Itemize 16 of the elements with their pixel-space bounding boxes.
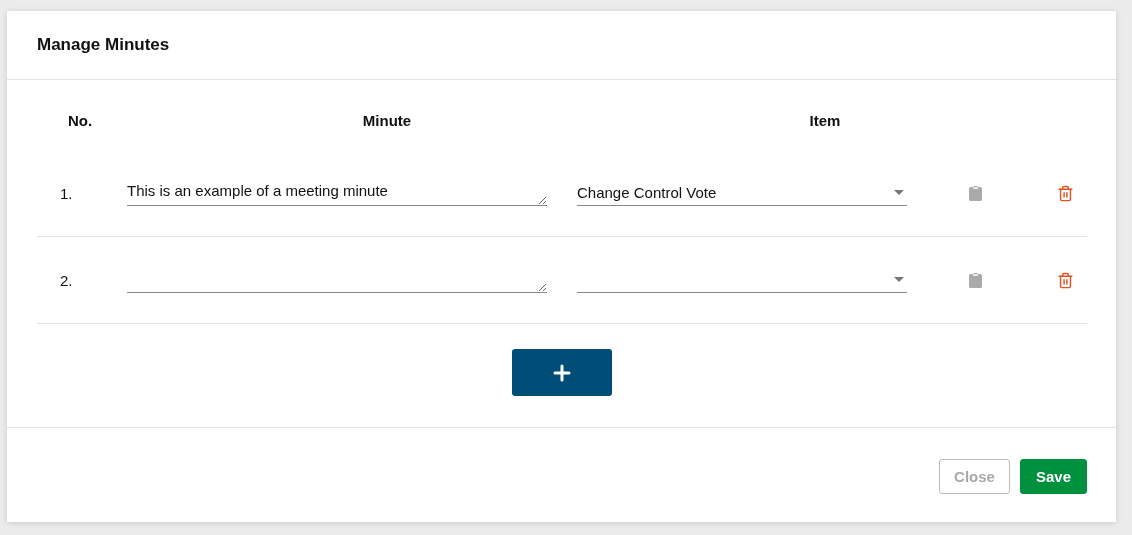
delete-icon[interactable] bbox=[1056, 271, 1074, 289]
dropdown-caret-icon bbox=[894, 190, 904, 195]
clipboard-icon[interactable] bbox=[968, 185, 982, 201]
delete-icon[interactable] bbox=[1056, 184, 1074, 202]
dialog-title: Manage Minutes bbox=[37, 35, 170, 55]
column-header: Minute bbox=[361, 111, 413, 129]
save-button[interactable]: Save bbox=[1019, 459, 1087, 494]
clipboard-icon[interactable] bbox=[968, 272, 982, 288]
add-row-button[interactable] bbox=[512, 349, 612, 396]
dropdown-caret-icon bbox=[894, 277, 904, 282]
column-header: Item bbox=[808, 111, 842, 129]
column-header: No. bbox=[66, 111, 94, 129]
row-number: 1. bbox=[59, 184, 74, 202]
item-dropdown[interactable]: Change Control Vote bbox=[577, 180, 907, 206]
row-number: 2. bbox=[59, 271, 74, 289]
plus-icon bbox=[553, 363, 571, 382]
